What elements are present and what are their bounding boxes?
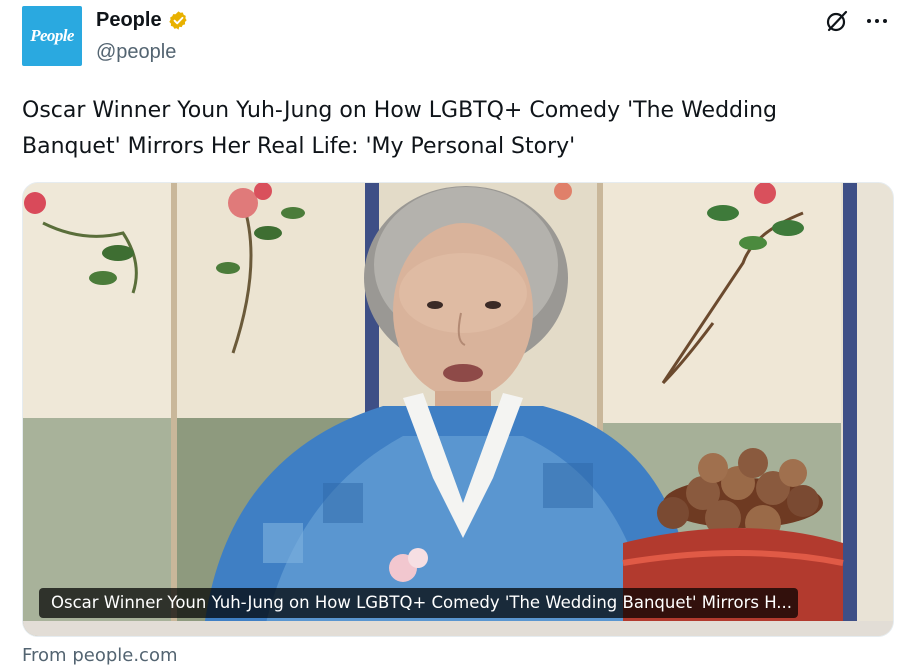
article-photo <box>23 183 893 636</box>
slashed-circle-icon[interactable] <box>824 8 850 34</box>
tweet-post: People People @people Oscar Winner Youn … <box>0 0 900 669</box>
card-title-overlay: Oscar Winner Youn Yuh-Jung on How LGBTQ+… <box>39 588 799 618</box>
more-horizontal-icon <box>867 19 871 23</box>
display-name-link[interactable]: People <box>96 9 189 32</box>
card-source-link[interactable]: From people.com <box>22 645 178 666</box>
more-dot <box>875 19 879 23</box>
display-name: People <box>96 9 162 31</box>
more-options-button[interactable] <box>863 8 891 34</box>
more-dot <box>883 19 887 23</box>
verified-badge-icon <box>168 11 187 30</box>
avatar[interactable]: People <box>22 6 82 66</box>
tweet-text: Oscar Winner Youn Yuh-Jung on How LGBTQ+… <box>22 98 778 159</box>
avatar-logo-text: People <box>30 26 74 45</box>
link-card[interactable]: Oscar Winner Youn Yuh-Jung on How LGBTQ+… <box>22 182 894 637</box>
user-handle[interactable]: @people <box>96 41 176 64</box>
